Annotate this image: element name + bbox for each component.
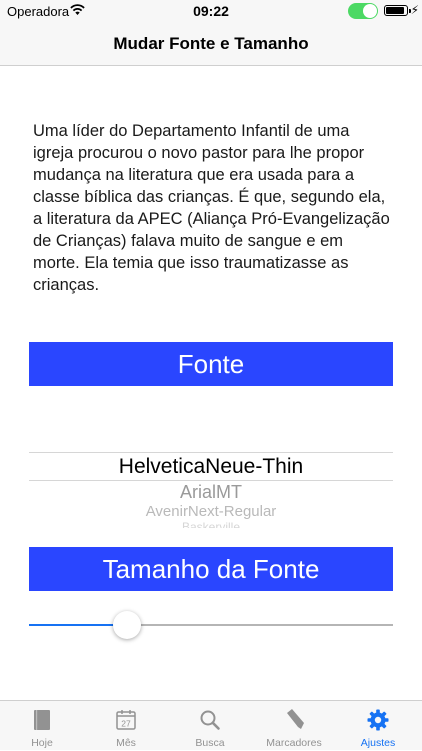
tab-busca[interactable]: Busca [168, 701, 252, 751]
status-bar: Operadora 09:22 ⚡ [0, 0, 422, 22]
picker-selection-top-line [29, 452, 393, 453]
font-section-header: Fonte [29, 342, 393, 386]
tab-label: Busca [195, 737, 225, 749]
slider-thumb[interactable] [113, 611, 141, 639]
charging-icon: ⚡ [410, 3, 419, 17]
bookmark-icon [287, 709, 304, 729]
font-option[interactable]: ArialMT [29, 482, 393, 503]
tab-label: Ajustes [360, 737, 396, 749]
tab-marcadores[interactable]: Marcadores [252, 701, 336, 751]
tab-label: Marcadores [266, 737, 322, 749]
calendar-icon: 27 [116, 710, 136, 730]
search-icon [200, 710, 220, 730]
navigation-bar: Mudar Fonte e Tamanho [0, 22, 422, 66]
tab-bar: Hoje 27 Mês Busca Marcadores Ajustes [0, 700, 422, 750]
tab-label: Mês [116, 737, 136, 749]
font-picker[interactable]: HelveticaNeue-Thin ArialMT AvenirNext-Re… [29, 410, 393, 528]
font-size-section-header: Tamanho da Fonte [29, 547, 393, 591]
slider-track [127, 624, 393, 626]
font-option[interactable]: AvenirNext-Regular [29, 503, 393, 520]
svg-text:27: 27 [121, 719, 131, 729]
preview-text: Uma líder do Departamento Infantil de um… [33, 122, 390, 294]
font-option-selected[interactable]: HelveticaNeue-Thin [29, 455, 393, 479]
picker-selection-bottom-line [29, 480, 393, 481]
book-icon [34, 710, 50, 730]
orientation-lock-toggle-icon [348, 3, 378, 19]
font-size-slider[interactable] [29, 611, 393, 639]
font-option[interactable]: Baskerville [29, 520, 393, 528]
gear-icon [367, 709, 389, 731]
tab-label: Hoje [31, 737, 53, 749]
page-title: Mudar Fonte e Tamanho [113, 34, 309, 53]
tab-mes[interactable]: 27 Mês [84, 701, 168, 751]
tab-hoje[interactable]: Hoje [0, 701, 84, 751]
tab-ajustes[interactable]: Ajustes [336, 701, 420, 751]
battery-icon [384, 5, 411, 16]
